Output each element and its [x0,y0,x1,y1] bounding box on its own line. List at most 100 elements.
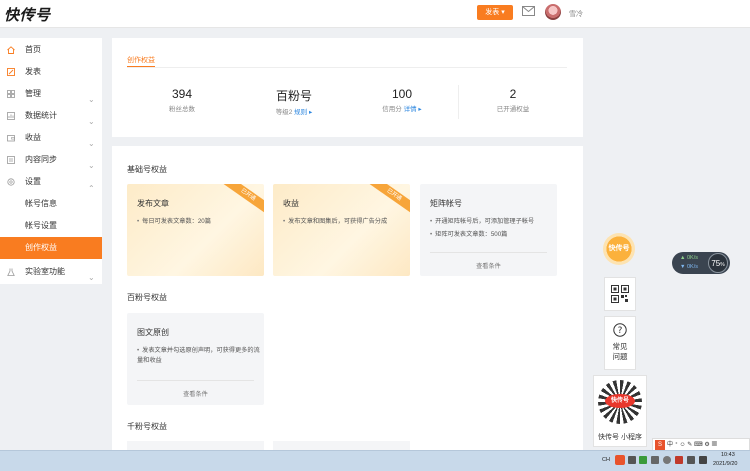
view-conditions-link[interactable]: 查看条件 [420,261,557,270]
tray-icon[interactable] [651,456,659,464]
edit-icon [7,68,15,76]
benefit-title: 发布文章 [137,199,169,208]
network-icon[interactable] [699,456,707,464]
benefit-title: 矩阵帐号 [430,199,462,208]
wallet-icon [7,135,15,142]
sogou-icon: S [655,440,665,450]
help-button[interactable]: ? 常见 问题 [604,316,636,370]
details-link[interactable]: 详情 ▸ [404,106,422,113]
logo[interactable]: 快传号 [4,4,51,25]
stat-credit: 100 信用分 详情 ▸ [347,87,457,113]
sidebar-item-manage[interactable]: 管理 ⌄ [0,83,102,105]
tray-icon[interactable] [628,456,636,464]
tray-icon[interactable] [675,456,683,464]
language-indicator[interactable]: CH [602,457,610,463]
question-icon: ? [613,323,627,337]
status-badge: 已开通 [220,184,264,217]
sidebar-item-label: 发表 [25,67,41,76]
sidebar-item-sync[interactable]: 内容同步 ⌄ [0,149,102,171]
stat-rights: 2 已开通权益 [458,87,568,113]
svg-text:?: ? [618,326,623,336]
benefit-line: 矩阵可发表文章数：500篇 [430,230,555,240]
benefit-line: 发表文章并勾选原创声明，可获得更多的流量和收益 [137,346,262,366]
sidebar-item-home[interactable]: 首页 [0,39,102,61]
status-badge: 已开通 [366,184,410,217]
stat-value: 100 [391,87,413,101]
qr-center-badge: 快传号 [605,394,635,408]
benefit-title: 图文原创 [137,328,169,337]
divider [127,67,567,68]
benefit-line: 开通矩阵帐号后，可添加管理子帐号 [430,217,555,227]
sidebar-item-stats[interactable]: 数据统计 ⌄ [0,105,102,127]
clock-time[interactable]: 10:43 [721,452,735,458]
section-title: 千粉号权益 [127,422,167,431]
sync-icon [7,156,15,164]
sogou-tray-icon[interactable] [615,455,625,465]
flask-icon [7,268,15,276]
kuaichuan-badge[interactable]: 快传号 [603,233,635,265]
memory-gauge: 75% [708,253,728,273]
network-speed-widget[interactable]: ▲ 0K/s ▼ 0K/s 75% [672,252,730,274]
stat-value: 2 [509,87,517,101]
sidebar-item-label: 创作权益 [25,243,57,252]
sidebar-item-label: 内容同步 [25,155,57,164]
home-icon [7,46,15,54]
benefit-matrix[interactable]: 矩阵帐号 开通矩阵帐号后，可添加管理子帐号 矩阵可发表文章数：500篇 查看条件 [420,184,557,276]
username[interactable]: 雪冷 [569,9,583,19]
sidebar-item-income[interactable]: 收益 ⌄ [0,127,102,149]
sidebar-item-account-info[interactable]: 帐号信息 [0,193,102,215]
mini-program-card[interactable]: 快传号 快传号 小程序 [593,375,647,447]
percent-unit: % [720,262,725,268]
avatar[interactable] [545,4,561,20]
download-speed: 0K/s [686,264,698,270]
clock-date[interactable]: 2021/9/20 [713,461,737,467]
benefit-income[interactable]: 已开通 收益 发布文章和图集后，可获得广告分成 [273,184,410,276]
chevron-down-icon: ⌄ [88,273,95,282]
mail-icon[interactable] [522,6,535,16]
chart-icon [7,112,15,120]
sidebar-item-creator-rights[interactable]: 创作权益 [0,237,102,259]
stat-value: 百粉号 [275,89,312,103]
sidebar-item-label: 实验室功能 [25,267,65,276]
stat-level: 百粉号 等级2 规则 ▸ [239,87,349,116]
stat-label: 粉丝总数 [169,106,195,113]
stat-label: 已开通权益 [496,106,530,113]
sidebar-item-label: 数据统计 [25,111,57,120]
view-conditions-link[interactable]: 查看条件 [127,389,264,398]
sidebar-item-lab[interactable]: 实验室功能 ⌄ [0,261,102,283]
gear-icon [7,178,15,186]
benefit-card-partial[interactable] [273,441,410,450]
sidebar-item-settings[interactable]: 设置 ⌃ [0,171,102,193]
upload-speed: 0K/s [686,255,698,261]
windows-taskbar: CH 10:43 2021/9/20 [0,450,750,471]
volume-icon[interactable] [687,456,695,464]
sidebar-item-publish[interactable]: 发表 [0,61,102,83]
benefit-line: 每日可发表文章数：20篇 [137,217,262,227]
stat-label: 等级2 [275,109,293,116]
divider [137,380,254,381]
benefit-publish[interactable]: 已开通 发布文章 每日可发表文章数：20篇 [127,184,264,276]
help-label: 问题 [612,352,628,361]
stat-label: 信用分 [382,106,402,113]
benefit-card-partial[interactable] [127,441,264,450]
stat-fans: 394 粉丝总数 [127,87,237,113]
sidebar: 首页 发表 管理 ⌄ 数据统计 ⌄ 收益 ⌄ 内容同步 ⌄ 设置 ⌃ 帐号信息 … [0,38,102,284]
sidebar-item-label: 管理 [25,89,41,98]
publish-button[interactable]: 发表 ▾ [477,5,513,20]
grid-icon [7,90,15,98]
sidebar-item-label: 收益 [25,133,41,142]
sidebar-item-label: 设置 [25,177,41,186]
sidebar-item-account-settings[interactable]: 帐号设置 [0,215,102,237]
benefit-line: 发布文章和图集后，可获得广告分成 [283,217,408,227]
ime-mode-icons: 中 ⁺ ☺ ✎ ⌨ ⚙ ▦ [667,442,718,448]
sidebar-item-label: 帐号信息 [25,199,57,208]
tray-icon[interactable] [663,456,671,464]
rules-link[interactable]: 规则 ▸ [294,109,312,116]
tab-creator-rights[interactable]: 创作权益 [127,55,155,65]
tray-icon[interactable] [639,456,647,464]
benefit-original[interactable]: 图文原创 发表文章并勾选原创声明，可获得更多的流量和收益 查看条件 [127,313,264,405]
help-label: 常见 [612,342,628,351]
mini-program-label: 快传号 小程序 [598,434,642,441]
divider [430,252,547,253]
qr-code-button[interactable] [604,277,636,311]
